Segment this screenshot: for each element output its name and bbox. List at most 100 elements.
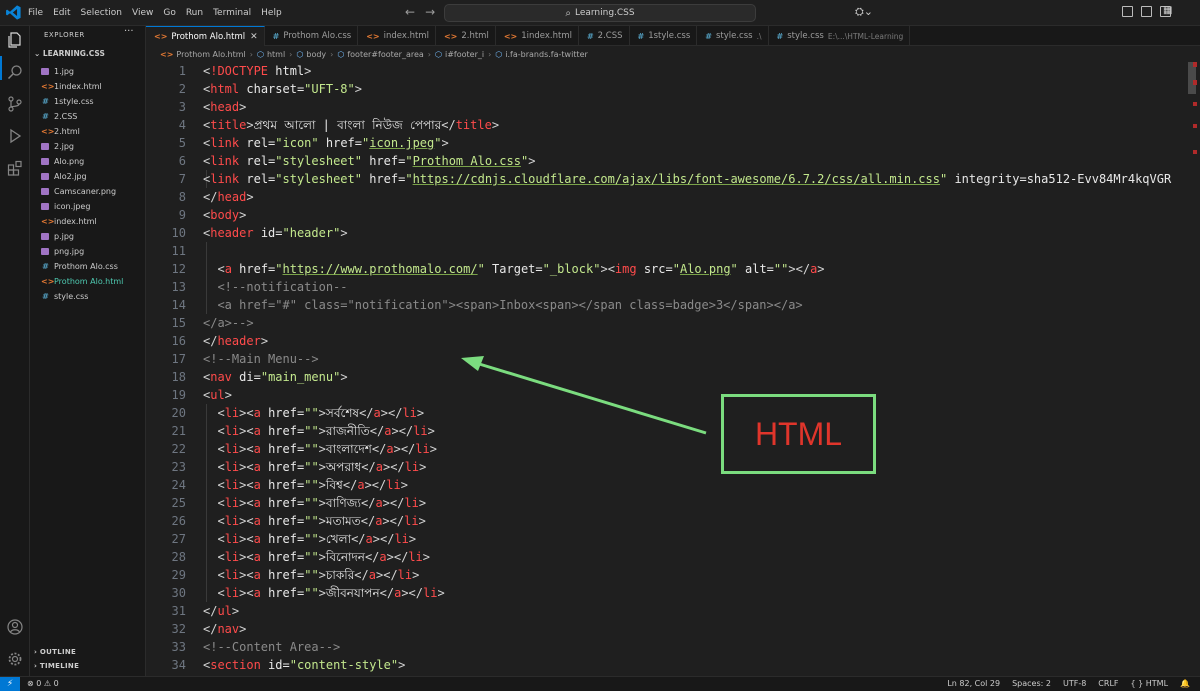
indentation-status[interactable]: Spaces: 2 — [1012, 679, 1051, 688]
editor-tab[interactable]: #2.CSS — [579, 26, 630, 46]
copilot-icon[interactable]: ⛭⌄ — [855, 5, 873, 19]
editor-tab[interactable]: # style.css E:\...\HTML-Learning — [769, 26, 911, 46]
breadcrumb-item[interactable]: ⬡ i#footer_i — [435, 50, 484, 59]
code-line: <li><a href="">জীবনযাপন</a></li> — [217, 586, 445, 600]
html-file-icon: <> — [41, 277, 55, 286]
file-name: p.jpg — [54, 232, 74, 241]
encoding-status[interactable]: UTF-8 — [1063, 679, 1086, 688]
line-number: 15 — [171, 316, 186, 330]
extensions-icon[interactable] — [7, 160, 23, 176]
css-file-icon: # — [42, 112, 49, 121]
file-item[interactable]: # Prothom Alo.css — [30, 259, 146, 274]
breadcrumb-item[interactable]: ⬡ html — [257, 50, 285, 59]
editor-tab[interactable]: # Prothom Alo.css — [265, 26, 359, 46]
file-item[interactable]: Alo.png — [30, 154, 146, 169]
language-mode[interactable]: { } HTML — [1131, 679, 1169, 688]
line-number: 6 — [178, 154, 186, 168]
code-line: <link rel="icon" href="icon.jpeg"> — [203, 136, 449, 150]
line-number: 33 — [171, 640, 186, 654]
line-number: 26 — [171, 514, 186, 528]
line-number: 20 — [171, 406, 186, 420]
problems-status[interactable]: ⊗ 0 ⚠ 0 — [27, 679, 59, 688]
file-name: png.jpg — [54, 247, 85, 256]
file-name: Prothom Alo.css — [54, 262, 118, 271]
notifications-bell-icon[interactable]: 🔔 — [1180, 679, 1190, 688]
breadcrumb-item[interactable]: ⬡ i.fa-brands.fa-twitter — [495, 50, 587, 59]
customize-layout-icon[interactable]: ▦ — [1163, 5, 1172, 16]
breadcrumb-label: i#footer_i — [444, 49, 485, 59]
run-debug-icon[interactable] — [7, 128, 23, 144]
account-icon[interactable] — [7, 619, 23, 635]
code-editor[interactable]: 1 2 3 4 5 6 7 8 9 10 11 12 13 14 15 16 17 18 19 20 21 22 23 24 2… — [146, 62, 1200, 676]
cursor-position[interactable]: Ln 82, Col 29 — [947, 679, 1000, 688]
breadcrumb-item[interactable]: ⬡ body — [296, 50, 326, 59]
timeline-section[interactable]: › TIMELINE — [34, 662, 79, 670]
file-item[interactable]: icon.jpeg — [30, 199, 146, 214]
title-bar: File Edit Selection View Go Run Terminal… — [0, 0, 1200, 26]
breadcrumb-label: Prothom Alo.html — [176, 49, 246, 59]
code-line: <li><a href="">বিশ্ব</a></li> — [217, 478, 408, 492]
tab-description: .\ — [756, 31, 762, 41]
image-file-icon — [41, 233, 49, 240]
search-icon[interactable] — [7, 64, 23, 80]
css-file-icon: # — [272, 31, 280, 41]
file-item[interactable]: Camscaner.png — [30, 184, 146, 199]
line-number: 10 — [171, 226, 186, 240]
breadcrumb-item[interactable]: <> Prothom Alo.html — [160, 50, 246, 59]
menu-go[interactable]: Go — [163, 8, 175, 18]
menu-view[interactable]: View — [132, 8, 153, 18]
command-center-label: Learning.CSS — [574, 8, 635, 18]
editor-tab[interactable]: <> 2.html — [436, 26, 496, 46]
image-file-icon — [41, 173, 49, 180]
file-item[interactable]: <> Prothom Alo.html — [30, 274, 146, 289]
command-center[interactable]: ⌕ Learning.CSS — [444, 4, 756, 22]
close-icon[interactable]: ✕ — [250, 32, 258, 42]
editor-tab[interactable]: # style.css .\ — [697, 26, 769, 46]
editor-tab[interactable]: <> Prothom Alo.html ✕ — [146, 26, 265, 46]
code-line: <li><a href="">খেলা</a></li> — [217, 532, 417, 546]
editor-tab[interactable]: #1style.css — [630, 26, 698, 46]
file-item[interactable]: <> 1index.html — [30, 79, 146, 94]
file-item[interactable]: 2.jpg — [30, 139, 146, 154]
line-number: 9 — [178, 208, 186, 222]
editor-tab[interactable]: <> index.html — [358, 26, 436, 46]
toggle-panel-icon[interactable] — [1141, 6, 1152, 17]
editor-tab[interactable]: <> 1index.html — [496, 26, 579, 46]
settings-gear-icon[interactable] — [7, 651, 23, 667]
file-item[interactable]: p.jpg — [30, 229, 146, 244]
menu-run[interactable]: Run — [186, 8, 203, 18]
workspace-folder[interactable]: ⌄ LEARNING.CSS — [34, 49, 105, 58]
file-item[interactable]: 1.jpg — [30, 64, 146, 79]
file-name: style.css — [54, 292, 89, 301]
file-item[interactable]: # style.css — [30, 289, 146, 304]
breadcrumb-item[interactable]: ⬡ footer#footer_area — [337, 50, 423, 59]
menu-terminal[interactable]: Terminal — [213, 8, 251, 18]
source-control-icon[interactable] — [7, 96, 23, 112]
more-actions-icon[interactable]: ··· — [124, 26, 134, 37]
file-item[interactable]: #2.CSS — [30, 109, 146, 124]
file-item[interactable]: <> index.html — [30, 214, 146, 229]
line-number: 24 — [171, 478, 186, 492]
menu-selection[interactable]: Selection — [81, 8, 122, 18]
remote-indicator-icon[interactable]: ⚡ — [0, 677, 20, 691]
toggle-sidebar-icon[interactable] — [1122, 6, 1133, 17]
html-file-icon: <> — [41, 82, 55, 91]
file-item[interactable]: png.jpg — [30, 244, 146, 259]
file-item[interactable]: Alo2.jpg — [30, 169, 146, 184]
explorer-icon[interactable] — [7, 32, 23, 48]
eol-status[interactable]: CRLF — [1098, 679, 1118, 688]
outline-section[interactable]: › OUTLINE — [34, 648, 76, 656]
menu-edit[interactable]: Edit — [53, 8, 70, 18]
forward-arrow-icon[interactable]: → — [425, 5, 435, 19]
menu-file[interactable]: File — [28, 8, 43, 18]
menu-help[interactable]: Help — [261, 8, 282, 18]
file-item[interactable]: <> 2.html — [30, 124, 146, 139]
file-item[interactable]: #1style.css — [30, 94, 146, 109]
file-name: 2.CSS — [54, 112, 78, 121]
back-arrow-icon[interactable]: ← — [405, 5, 415, 19]
code-lines[interactable]: <!DOCTYPE html> <html charset="UFT-8"> <he… — [203, 62, 1200, 674]
breadcrumb-separator: › — [330, 49, 334, 59]
annotation-label: HTML — [754, 415, 843, 452]
line-number: 12 — [171, 262, 186, 276]
css-file-icon: # — [705, 31, 712, 41]
